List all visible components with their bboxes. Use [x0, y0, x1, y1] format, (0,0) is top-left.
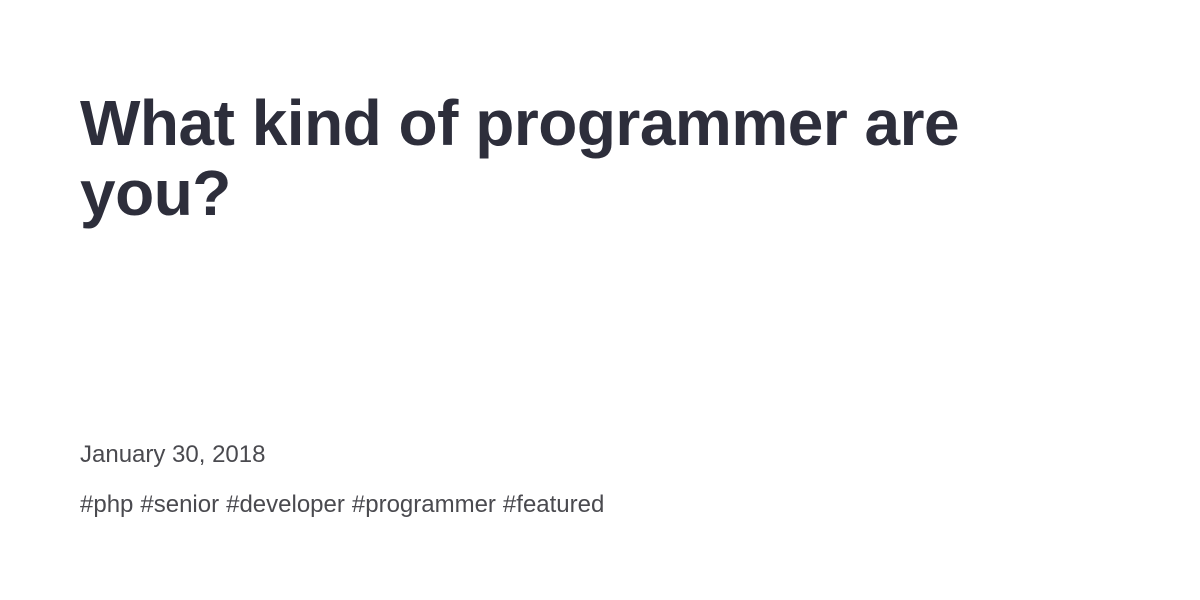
- tag: #developer: [226, 491, 345, 518]
- tag: #programmer: [351, 491, 496, 518]
- tag-list: #php #senior #developer #programmer #feature…: [80, 490, 1120, 520]
- post-title: What kind of programmer are you?: [80, 87, 960, 229]
- social-card: What kind of programmer are you? January…: [0, 0, 1200, 600]
- post-meta: January 30, 2018 #php #senior #developer #p…: [80, 440, 1120, 520]
- tag: #senior: [140, 491, 220, 518]
- tag: #php: [80, 491, 134, 518]
- post-date: January 30, 2018: [80, 441, 266, 468]
- tag: #featured: [502, 491, 605, 518]
